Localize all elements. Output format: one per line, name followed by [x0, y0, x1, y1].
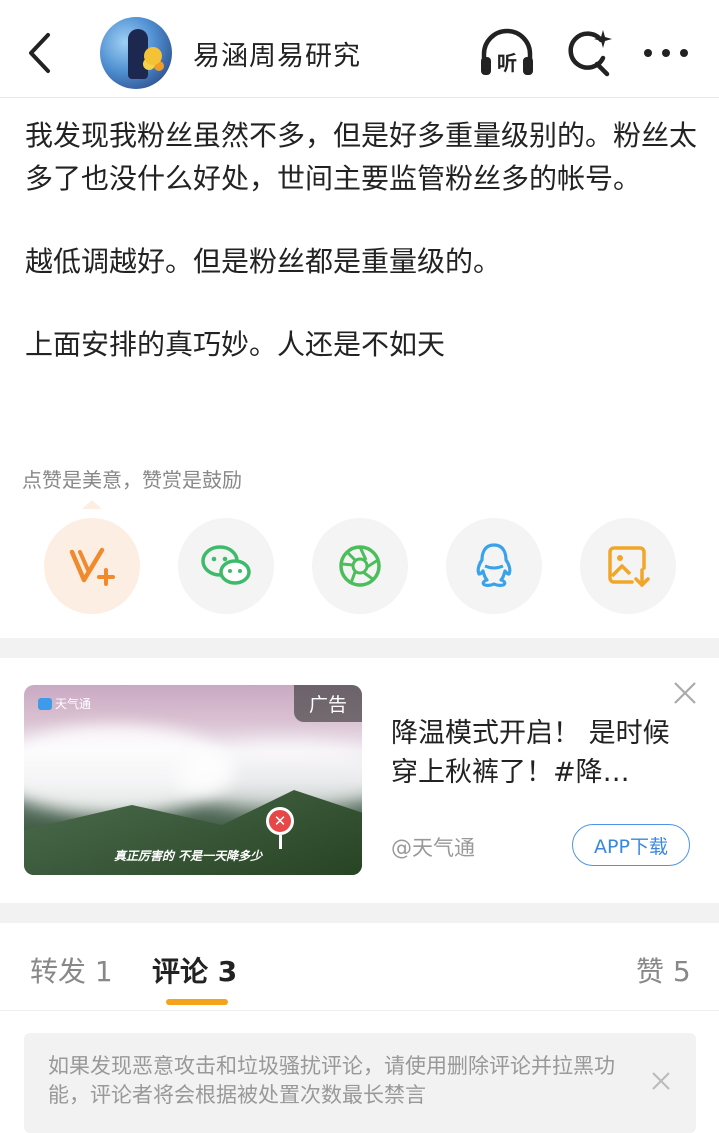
share-wechat-button[interactable]	[178, 518, 274, 614]
weather-icon	[38, 697, 52, 710]
ad-close-button[interactable]	[672, 680, 698, 706]
post-paragraph: 我发现我粉丝虽然不多，但是好多重量级别的。粉丝太多了也没什么好处，世间主要监管粉…	[25, 119, 698, 195]
back-button[interactable]	[22, 30, 62, 76]
avatar[interactable]	[100, 17, 172, 89]
section-divider	[0, 638, 719, 658]
ad-image[interactable]: 天气通 广告 ✕ 真正厉害的 不是一天降多少	[24, 685, 362, 875]
location-pin-icon: ✕	[266, 807, 294, 835]
save-image-icon	[608, 546, 650, 587]
tab-comments[interactable]: 评论 3	[152, 950, 237, 990]
reward-tip: 点赞是美意，赞赏是鼓励	[22, 468, 242, 492]
close-icon	[652, 1072, 670, 1090]
tabs-divider	[0, 1010, 719, 1011]
v-plus-icon	[69, 547, 115, 586]
post-content: 我发现我粉丝虽然不多，但是好多重量级别的。粉丝太多了也没什么好处，世间主要监管粉…	[25, 114, 705, 366]
search-button[interactable]	[563, 28, 613, 78]
tab-repost[interactable]: 转发 1	[30, 950, 113, 990]
share-moments-button[interactable]	[312, 518, 408, 614]
listen-label: 听	[497, 51, 517, 75]
post-paragraph: 越低调越好。但是粉丝都是重量级的。	[25, 245, 502, 278]
app-download-button[interactable]: APP下载	[572, 824, 690, 866]
tip-arrow	[82, 500, 102, 509]
notice-close-button[interactable]	[650, 1070, 672, 1092]
active-tab-indicator	[166, 999, 228, 1005]
share-row	[0, 518, 719, 614]
more-dots-icon	[644, 49, 688, 57]
listen-button[interactable]: 听	[478, 26, 536, 80]
post-paragraph: 上面安排的真巧妙。人还是不如天	[25, 328, 446, 361]
notice-text: 如果发现恶意攻击和垃圾骚扰评论，请使用删除评论并拉黑功能，评论者将会根据被处置次…	[48, 1054, 615, 1107]
share-qq-button[interactable]	[446, 518, 542, 614]
ad-source[interactable]: @天气通	[391, 832, 475, 862]
pin-stick	[279, 835, 282, 849]
save-image-button[interactable]	[580, 518, 676, 614]
tab-likes[interactable]: 赞 5	[636, 950, 691, 990]
close-icon	[674, 682, 696, 704]
headphones-icon: 听	[481, 28, 533, 75]
more-button[interactable]	[640, 30, 692, 76]
section-divider	[0, 903, 719, 923]
ad-title[interactable]: 降温模式开启！ 是时候穿上秋裤了！#降…	[391, 714, 681, 792]
account-name[interactable]: 易涵周易研究	[193, 34, 361, 73]
ad-badge: 广告	[294, 685, 362, 722]
qq-penguin-icon	[476, 543, 512, 588]
ad-logo: 天气通	[38, 695, 91, 712]
chevron-left-icon	[29, 33, 50, 73]
moments-icon	[339, 545, 381, 587]
ad-caption: 真正厉害的 不是一天降多少	[114, 849, 263, 863]
reward-v-button[interactable]	[44, 518, 140, 614]
ad-logo-text: 天气通	[55, 697, 92, 711]
search-sparkle-icon	[568, 30, 612, 77]
wechat-icon	[201, 545, 251, 585]
